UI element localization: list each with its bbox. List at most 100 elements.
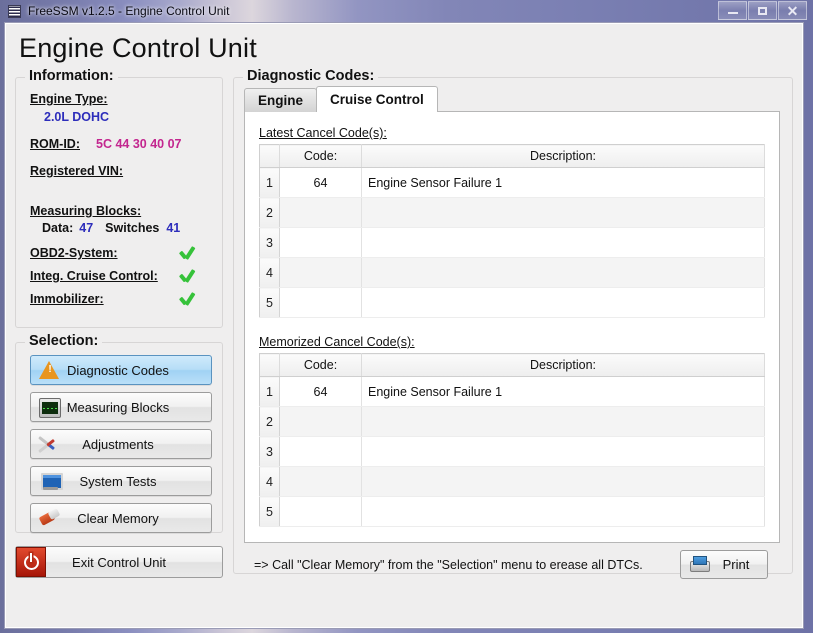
minimize-button[interactable] (718, 1, 747, 20)
content-area: Information: Engine Type: 2.0L DOHC ROM-… (5, 68, 803, 579)
eraser-icon (39, 508, 61, 528)
switches-label: Switches (105, 221, 160, 235)
row-code (279, 436, 362, 467)
row-code (279, 466, 362, 497)
row-code (279, 227, 362, 258)
tab-engine[interactable]: Engine (244, 88, 318, 112)
selection-legend: Selection: (25, 333, 103, 349)
diagnostic-codes-button[interactable]: Diagnostic Codes (30, 355, 212, 385)
tab-panel-cruise-control: Latest Cancel Code(s): Code: Description… (244, 111, 780, 543)
check-icon (179, 246, 196, 260)
row-index: 5 (259, 496, 280, 527)
row-index: 2 (259, 197, 280, 228)
rom-id-label: ROM-ID: (30, 137, 80, 151)
close-icon: ✕ (786, 2, 799, 19)
main-window: Engine Control Unit Information: Engine … (4, 22, 804, 629)
row-index: 1 (259, 167, 280, 198)
table-row[interactable]: 5 (259, 496, 765, 527)
engine-type-value: 2.0L DOHC (44, 110, 110, 124)
table-row[interactable]: 5 (259, 287, 765, 318)
row-code (279, 406, 362, 437)
row-description (361, 406, 765, 437)
warning-triangle-icon (39, 360, 61, 380)
table-row[interactable]: 4 (259, 466, 765, 497)
row-description: Engine Sensor Failure 1 (361, 167, 765, 198)
row-code (279, 257, 362, 288)
app-icon (8, 4, 21, 18)
row-index: 3 (259, 227, 280, 258)
column-header-code: Code: (279, 353, 362, 377)
row-description: Engine Sensor Failure 1 (361, 376, 765, 407)
footer-bar: => Call "Clear Memory" from the "Selecti… (244, 550, 780, 579)
print-button-label: Print (722, 557, 750, 572)
window-controls: ✕ (718, 1, 807, 20)
monitor-icon (39, 471, 63, 491)
table-header-row: Code: Description: (259, 144, 765, 168)
column-header-index (259, 353, 280, 377)
memorized-cancel-codes-caption: Memorized Cancel Code(s): (259, 335, 415, 349)
rom-id-value: 5C 44 30 40 07 (96, 137, 182, 151)
exit-button-label: Exit Control Unit (72, 554, 166, 570)
hint-text: => Call "Clear Memory" from the "Selecti… (254, 557, 643, 572)
measuring-blocks-button[interactable]: Measuring Blocks (30, 392, 212, 422)
data-value: 47 (79, 221, 94, 235)
maximize-button[interactable] (748, 1, 777, 20)
registered-vin-label: Registered VIN: (30, 164, 124, 178)
row-code: 64 (279, 376, 362, 407)
left-panel: Information: Engine Type: 2.0L DOHC ROM-… (15, 68, 223, 578)
information-group: Information: Engine Type: 2.0L DOHC ROM-… (15, 68, 223, 328)
tab-label: Engine (258, 93, 304, 108)
check-icon (179, 269, 196, 283)
indicator-label: Integ. Cruise Control: (30, 269, 158, 283)
memorized-cancel-codes-table: Code: Description: 1 64 Engine Sensor Fa… (259, 353, 765, 527)
row-description (361, 287, 765, 318)
table-header-row: Code: Description: (259, 353, 765, 377)
row-index: 3 (259, 436, 280, 467)
indicator-label: Immobilizer: (30, 292, 104, 306)
row-index: 1 (259, 376, 280, 407)
table-row[interactable]: 1 64 Engine Sensor Failure 1 (259, 376, 765, 407)
row-code: 64 (279, 167, 362, 198)
information-legend: Information: (25, 68, 118, 84)
tab-strip: Engine Cruise Control (244, 86, 780, 112)
window-title-bar[interactable]: FreeSSM v1.2.5 - Engine Control Unit ✕ (0, 0, 813, 22)
tab-cruise-control[interactable]: Cruise Control (316, 86, 438, 112)
close-button[interactable]: ✕ (778, 1, 807, 20)
indicator-integ-cruise-control: Integ. Cruise Control: (30, 269, 214, 283)
table-row[interactable]: 2 (259, 406, 765, 437)
right-panel: Diagnostic Codes: Engine Cruise Control … (233, 68, 793, 579)
diagnostic-codes-legend: Diagnostic Codes: (243, 68, 379, 84)
column-header-description: Description: (361, 353, 765, 377)
row-index: 4 (259, 466, 280, 497)
page-title: Engine Control Unit (19, 33, 257, 63)
indicator-label: OBD2-System: (30, 246, 118, 260)
table-row[interactable]: 4 (259, 257, 765, 288)
engine-type-label: Engine Type: (30, 92, 108, 106)
table-row[interactable]: 1 64 Engine Sensor Failure 1 (259, 167, 765, 198)
column-header-code: Code: (279, 144, 362, 168)
table-row[interactable]: 2 (259, 197, 765, 228)
row-code (279, 287, 362, 318)
measuring-blocks-label: Measuring Blocks: (30, 204, 142, 218)
exit-control-unit-button[interactable]: Exit Control Unit (15, 546, 223, 578)
check-icon (179, 292, 196, 306)
row-index: 2 (259, 406, 280, 437)
window-title: FreeSSM v1.2.5 - Engine Control Unit (28, 4, 230, 18)
row-code (279, 197, 362, 228)
print-button[interactable]: Print (680, 550, 768, 579)
row-description (361, 496, 765, 527)
row-description (361, 466, 765, 497)
row-description (361, 227, 765, 258)
diagnostic-codes-group: Diagnostic Codes: Engine Cruise Control … (233, 68, 793, 579)
adjustments-button[interactable]: Adjustments (30, 429, 212, 459)
system-tests-button[interactable]: System Tests (30, 466, 212, 496)
indicator-immobilizer: Immobilizer: (30, 292, 214, 306)
column-header-index (259, 144, 280, 168)
table-row[interactable]: 3 (259, 436, 765, 467)
data-label: Data: (42, 221, 74, 235)
table-row[interactable]: 3 (259, 227, 765, 258)
row-description (361, 197, 765, 228)
clear-memory-button[interactable]: Clear Memory (30, 503, 212, 533)
row-code (279, 496, 362, 527)
column-header-description: Description: (361, 144, 765, 168)
